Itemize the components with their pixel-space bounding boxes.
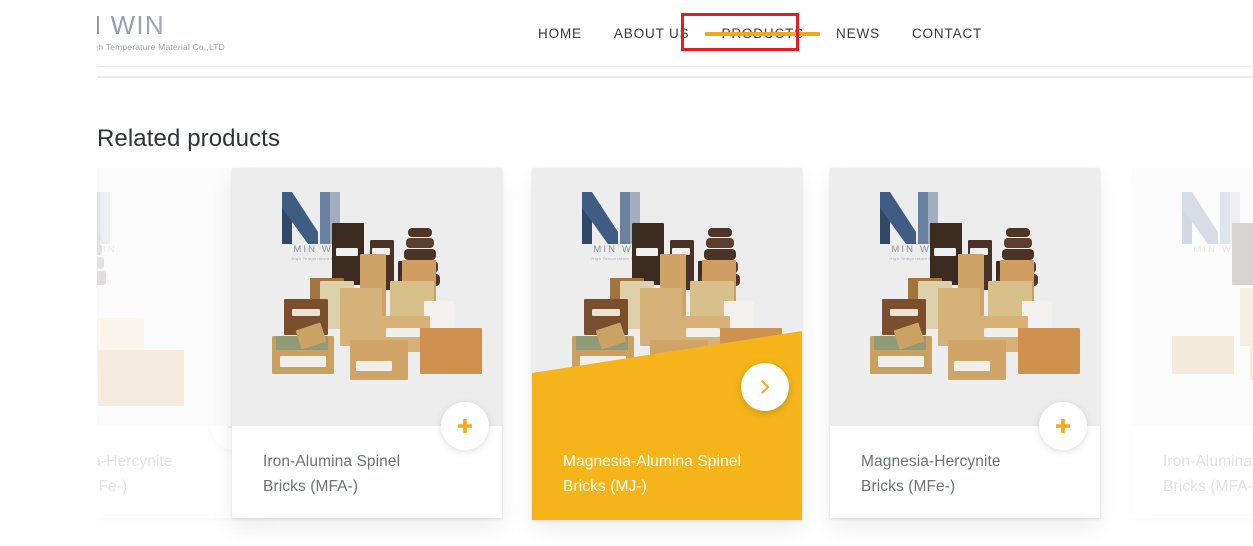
nav-item-home[interactable]: HOME <box>538 0 598 67</box>
product-title: Magnesia-Hercynite Bricks (MFe-) <box>861 453 1001 495</box>
product-title: Iron-Alumina Spinel Bricks (MFA-) <box>263 453 401 495</box>
product-meta: Iron-Alumina Spinel Bricks (MFA-) <box>1132 426 1253 518</box>
nav-label-about-us: ABOUT US <box>613 26 690 41</box>
product-card-magnesia-alumina-spinel[interactable]: MIN WIN High Temperature Material Magnes… <box>532 168 802 520</box>
nav-item-contact[interactable]: CONTACT <box>896 0 998 67</box>
content-top-divider <box>97 76 1253 78</box>
carousel-next-button[interactable] <box>741 363 789 411</box>
nav-label-home: HOME <box>538 26 582 41</box>
product-thumbnail: MIN WIN High Temperature Material <box>830 168 1100 426</box>
product-meta: Magnesia-Alumina Spinel Bricks (MJ-) <box>532 426 802 520</box>
nav-item-news[interactable]: NEWS <box>820 0 896 67</box>
nav-item-about-us[interactable]: ABOUT US <box>598 0 706 67</box>
plus-icon <box>458 419 472 433</box>
product-title: Iron-Alumina Spinel Bricks (MFA-) <box>1163 453 1253 495</box>
nav-item-products[interactable]: PRODUCTS <box>705 0 821 67</box>
product-thumbnail: MIN WIN High Temperature Material <box>232 168 502 426</box>
product-card-iron-alumina-spinel[interactable]: MIN WIN High Temperature Material Iron-A… <box>232 168 502 518</box>
product-thumbnail: MIN WIN <box>1132 168 1253 426</box>
product-card-partial-right[interactable]: MIN WIN Iron-Alumina Spinel Bricks (MFA-… <box>1132 168 1253 518</box>
product-photo: MIN WIN <box>1132 168 1253 426</box>
page-title: Related products <box>97 125 281 152</box>
expand-plus-button[interactable] <box>1039 402 1087 450</box>
related-products-carousel: MIN WIN Magnesia-Hercynite Bricks (MFe-) <box>2 168 1253 546</box>
product-card-magnesia-hercynite[interactable]: MIN WIN High Temperature Material Magnes… <box>830 168 1100 518</box>
product-title: Magnesia-Alumina Spinel Bricks (MJ-) <box>563 453 742 495</box>
chevron-right-icon <box>761 380 770 394</box>
nav-label-news: NEWS <box>836 26 880 41</box>
left-page-gutter <box>0 0 97 546</box>
product-photo: MIN WIN High Temperature Material <box>232 168 502 426</box>
brand-tagline: High Temperature Material Co.,LTD <box>85 41 225 52</box>
product-photo: MIN WIN High Temperature Material <box>830 168 1100 426</box>
product-meta: Magnesia-Hercynite Bricks (MFe-) <box>830 402 1100 518</box>
page-root: MIN WIN High Temperature Material Co.,LT… <box>0 0 1253 546</box>
product-meta: Iron-Alumina Spinel Bricks (MFA-) <box>232 402 502 518</box>
nav-active-underline <box>705 32 821 36</box>
main-navigation: HOME ABOUT US PRODUCTS NEWS CONTACT <box>538 0 998 67</box>
site-header: MIN WIN High Temperature Material Co.,LT… <box>0 0 1253 67</box>
nav-label-contact: CONTACT <box>911 26 983 41</box>
expand-plus-button[interactable] <box>441 402 489 450</box>
plus-icon <box>1056 419 1070 433</box>
